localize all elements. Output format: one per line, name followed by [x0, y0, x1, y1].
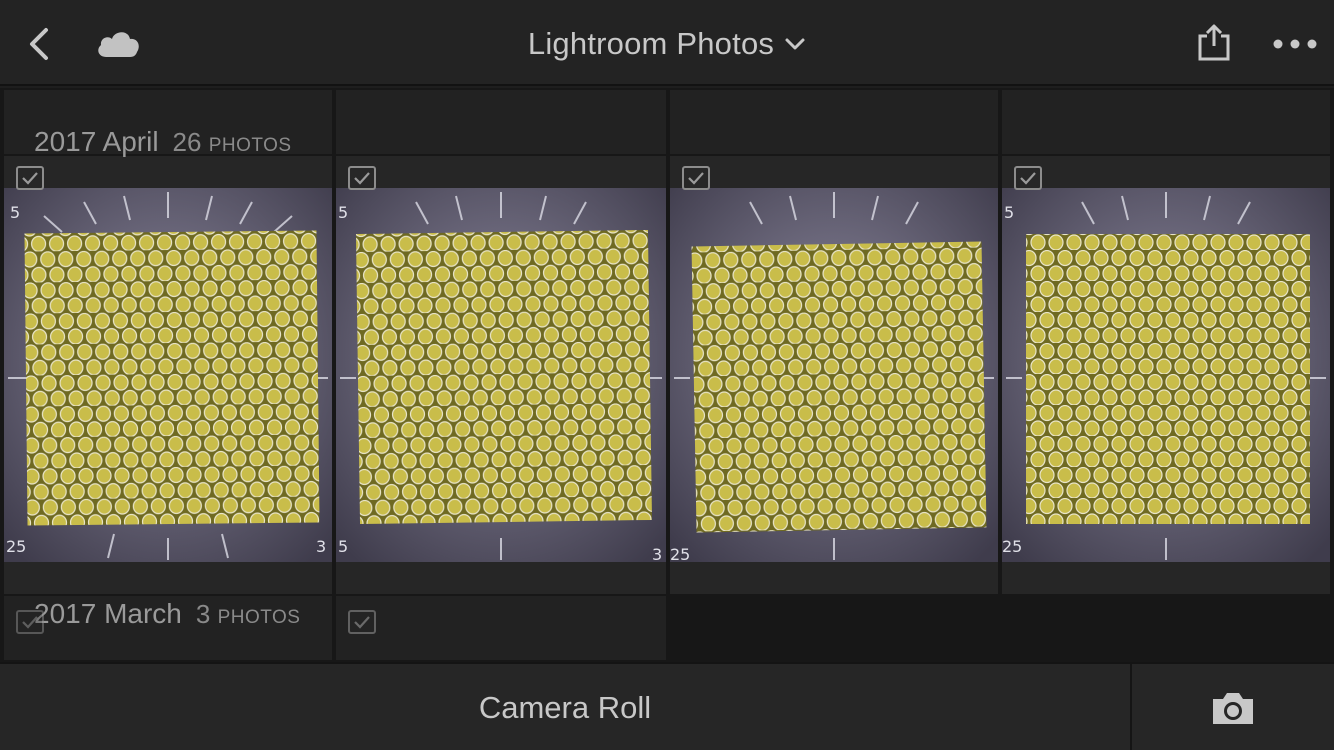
photo-checkbox[interactable]	[16, 166, 44, 190]
section-header-march: 2017 March 3 PHOTOS	[34, 598, 300, 630]
camera-icon	[1213, 693, 1253, 724]
section-header-april: 2017 April 26 PHOTOS	[34, 126, 292, 158]
photo-thumbnail[interactable]: 25	[670, 188, 998, 562]
camera-roll-button[interactable]: Camera Roll	[0, 664, 1130, 750]
svg-text:5: 5	[10, 203, 20, 222]
honeycomb-photo: 25	[670, 188, 998, 562]
honeycomb-photo: 5 5 3	[336, 188, 666, 562]
photo-checkbox[interactable]	[1014, 166, 1042, 190]
section-count: 3 PHOTOS	[195, 599, 301, 629]
camera-roll-label: Camera Roll	[478, 690, 652, 725]
svg-text:25: 25	[1002, 537, 1022, 556]
section-title: 2017 March	[34, 598, 182, 629]
grid-tile-background	[336, 90, 666, 154]
section-count: 26 PHOTOS	[172, 127, 292, 157]
grid-tile-background	[670, 90, 998, 154]
honeycomb-photo: 25 5	[1002, 188, 1330, 562]
photo-checkbox[interactable]	[348, 166, 376, 190]
share-icon	[1198, 24, 1230, 61]
album-selector[interactable]: Lightroom Photos	[0, 24, 1334, 64]
more-options-button[interactable]	[1268, 28, 1322, 60]
svg-text:25: 25	[670, 545, 690, 562]
page-title: Lightroom Photos	[527, 26, 775, 61]
photo-thumbnail[interactable]: 25 5	[1002, 188, 1330, 562]
bottom-bar: Camera Roll	[0, 662, 1334, 750]
grid-tile-background	[336, 596, 666, 660]
more-icon	[1273, 39, 1317, 49]
chevron-down-icon	[785, 38, 805, 50]
svg-text:5: 5	[1004, 203, 1014, 222]
top-bar: Lightroom Photos	[0, 0, 1334, 86]
svg-text:5: 5	[338, 203, 348, 222]
photo-thumbnail[interactable]: 5 25 3	[4, 188, 332, 562]
photo-thumbnail[interactable]: 5 5 3	[336, 188, 666, 562]
photo-grid: 2017 April 26 PHOTOS 5 25 3 5 5 3 25 25 …	[0, 88, 1334, 662]
photo-checkbox[interactable]	[348, 610, 376, 634]
grid-tile-background	[1002, 90, 1330, 154]
camera-button[interactable]	[1200, 684, 1266, 732]
honeycomb-photo: 5 25 3	[4, 188, 332, 562]
photo-checkbox[interactable]	[16, 610, 44, 634]
svg-text:25: 25	[6, 537, 26, 556]
svg-text:3: 3	[316, 537, 326, 556]
divider	[1130, 664, 1132, 750]
svg-text:5: 5	[338, 537, 348, 556]
section-title: 2017 April	[34, 126, 159, 157]
svg-text:3: 3	[652, 545, 662, 562]
photo-checkbox[interactable]	[682, 166, 710, 190]
share-button[interactable]	[1190, 20, 1238, 66]
